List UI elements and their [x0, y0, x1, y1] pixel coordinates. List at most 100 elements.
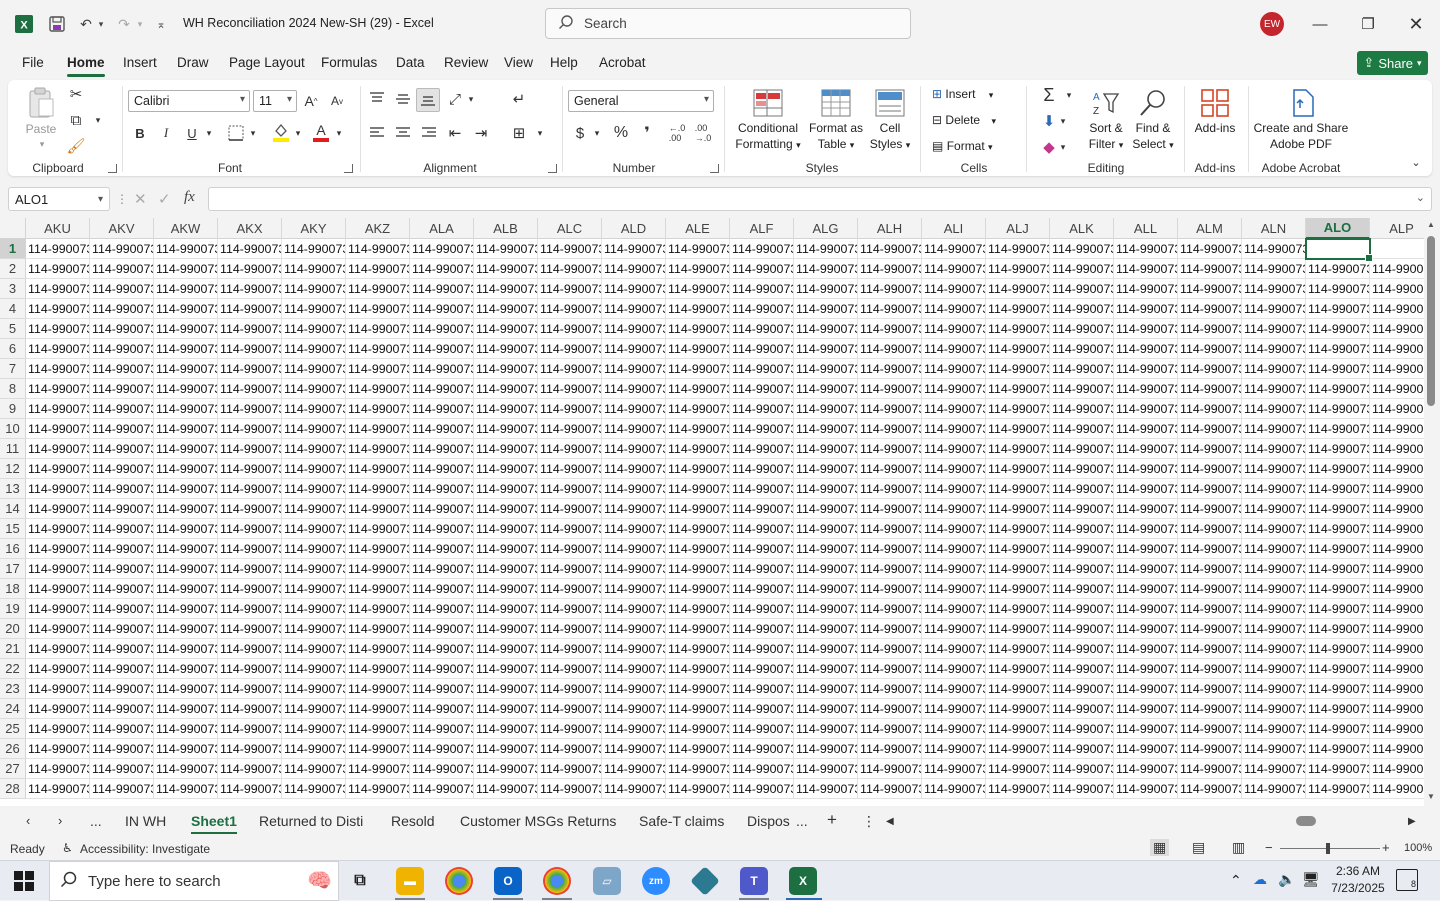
grid-cell[interactable]: 114-9900731-9558661: [666, 699, 730, 719]
grid-cell[interactable]: 114-9900731-9558661: [730, 619, 794, 639]
grid-cell[interactable]: 114-9900731-9558661: [794, 419, 858, 439]
grid-cell[interactable]: 114-9900731-9558661: [154, 259, 218, 279]
grid-cell[interactable]: 114-9900731-9558661: [282, 459, 346, 479]
grid-cell[interactable]: 114-9900731-9558661: [730, 259, 794, 279]
sort-filter-label-1[interactable]: Sort &: [1086, 120, 1126, 136]
grid-cell[interactable]: 114-9900731-9558661: [1050, 579, 1114, 599]
grid-cell[interactable]: 114-9900731-9558661: [154, 759, 218, 779]
teams-icon[interactable]: T: [740, 867, 768, 895]
conditional-formatting-label-1[interactable]: Conditional: [728, 120, 808, 136]
grid-cell[interactable]: 114-9900731-9558661: [1050, 499, 1114, 519]
grid-cell[interactable]: 114-9900731-9558661: [346, 419, 410, 439]
grid-cell[interactable]: 114-9900731-9558661: [410, 619, 474, 639]
grid-cell[interactable]: 114-9900731-9558661: [730, 779, 794, 799]
grid-cell[interactable]: 114-9900731-9558661: [858, 619, 922, 639]
grid-cell[interactable]: 114-9900731-9558661: [1306, 739, 1370, 759]
grid-cell[interactable]: 114-9900731-9558661: [858, 439, 922, 459]
paste-label[interactable]: Paste: [25, 121, 57, 137]
grid-cell[interactable]: 114-9900731-9558661: [602, 679, 666, 699]
grid-cell[interactable]: 114-9900731-9558661: [218, 239, 282, 259]
sheet-tab-returned-to-disti[interactable]: Returned to Disti: [259, 813, 363, 829]
grid-cell[interactable]: 114-9900731-9558661: [474, 439, 538, 459]
grid-cell[interactable]: 114-9900731-9558661: [730, 759, 794, 779]
grid-cell[interactable]: 114-9900731-9558661: [346, 499, 410, 519]
grid-cell[interactable]: 114-9900731-9558661: [794, 479, 858, 499]
grid-cell[interactable]: 114-9900731-9558661: [26, 519, 90, 539]
grid-cell[interactable]: 114-9900731-9558661: [346, 359, 410, 379]
grid-cell[interactable]: 114-9900731-9558661: [602, 499, 666, 519]
grid-cell[interactable]: 114-9900731-9558661: [410, 779, 474, 799]
grid-cell[interactable]: 114-9900731-9558661: [1050, 359, 1114, 379]
grid-cell[interactable]: 114-9900731-9558661: [1178, 619, 1242, 639]
zoom-slider-thumb[interactable]: [1326, 843, 1330, 854]
grid-cell[interactable]: 114-9900731-9558661: [474, 419, 538, 439]
grid-cell[interactable]: 114-9900731-9558661: [1306, 339, 1370, 359]
active-cell[interactable]: [1305, 238, 1373, 262]
grid-cell[interactable]: 114-9900731-9558661: [1242, 319, 1306, 339]
grid-cell[interactable]: 114-9900731-9558661: [1242, 679, 1306, 699]
grid-cell[interactable]: 114-9900731-9558661: [730, 479, 794, 499]
grid-cell[interactable]: 114-9900731-9558661: [1114, 379, 1178, 399]
create-pdf-label-1[interactable]: Create and Share: [1250, 120, 1352, 136]
grid-cell[interactable]: 114-9900731-9558661: [666, 299, 730, 319]
grid-cell[interactable]: 114-9900731-9558661: [1114, 339, 1178, 359]
grid-cell[interactable]: 114-9900731-9558661: [1050, 559, 1114, 579]
fill-dropdown-icon[interactable]: ▾: [1058, 110, 1068, 132]
grid-cell[interactable]: 114-9900731-9558661: [1370, 539, 1424, 559]
row-header[interactable]: 26: [0, 739, 26, 759]
grid-cell[interactable]: 114-9900731-9558661: [474, 779, 538, 799]
enter-icon[interactable]: ✓: [158, 190, 171, 208]
grid-cell[interactable]: 114-9900731-9558661: [858, 499, 922, 519]
grid-cell[interactable]: 114-9900731-9558661: [922, 259, 986, 279]
grid-cell[interactable]: 114-9900731-9558661: [538, 519, 602, 539]
taskbar-time[interactable]: 2:36 AM: [1332, 864, 1384, 878]
grid-cell[interactable]: 114-9900731-9558661: [90, 499, 154, 519]
grid-cell[interactable]: 114-9900731-9558661: [602, 579, 666, 599]
column-header[interactable]: AKV: [90, 218, 154, 239]
grid-cell[interactable]: 114-9900731-9558661: [794, 239, 858, 259]
grid-cell[interactable]: 114-9900731-9558661: [26, 559, 90, 579]
grid-cell[interactable]: 114-9900731-9558661: [1370, 419, 1424, 439]
grid-cell[interactable]: 114-9900731-9558661: [666, 639, 730, 659]
grid-cell[interactable]: 114-9900731-9558661: [346, 459, 410, 479]
restore-icon[interactable]: ❐: [1356, 12, 1380, 36]
align-left-icon[interactable]: [366, 122, 388, 144]
column-header[interactable]: ALA: [410, 218, 474, 239]
grid-cell[interactable]: 114-9900731-9558661: [858, 579, 922, 599]
grid-cell[interactable]: 114-9900731-9558661: [1306, 559, 1370, 579]
grid-cell[interactable]: 114-9900731-9558661: [922, 459, 986, 479]
grid-cell[interactable]: 114-9900731-9558661: [602, 719, 666, 739]
grid-cell[interactable]: 114-9900731-9558661: [794, 459, 858, 479]
grid-cell[interactable]: 114-9900731-9558661: [410, 459, 474, 479]
grid-cell[interactable]: 114-9900731-9558661: [1306, 699, 1370, 719]
grid-cell[interactable]: 114-9900731-9558661: [1370, 659, 1424, 679]
grid-cell[interactable]: 114-9900731-9558661: [922, 559, 986, 579]
collapse-ribbon-icon[interactable]: ⌄: [1408, 154, 1424, 170]
grid-cell[interactable]: 114-9900731-9558661: [282, 539, 346, 559]
middle-align-icon[interactable]: [392, 88, 414, 110]
grid-cell[interactable]: 114-9900731-9558661: [154, 559, 218, 579]
grid-cell[interactable]: 114-9900731-9558661: [666, 779, 730, 799]
grid-cell[interactable]: 114-9900731-9558661: [1370, 319, 1424, 339]
grid-cell[interactable]: 114-9900731-9558661: [538, 579, 602, 599]
grid-cell[interactable]: 114-9900731-9558661: [1114, 739, 1178, 759]
grid-cell[interactable]: 114-9900731-9558661: [1242, 299, 1306, 319]
row-header[interactable]: 15: [0, 519, 26, 539]
grid-cell[interactable]: 114-9900731-9558661: [1114, 479, 1178, 499]
scroll-up-icon[interactable]: ▲: [1427, 220, 1435, 229]
grid-cell[interactable]: 114-9900731-9558661: [986, 499, 1050, 519]
grid-cell[interactable]: 114-9900731-9558661: [346, 519, 410, 539]
grid-cell[interactable]: 114-9900731-9558661: [218, 339, 282, 359]
grid-cell[interactable]: 114-9900731-9558661: [922, 419, 986, 439]
grid-cell[interactable]: 114-9900731-9558661: [730, 399, 794, 419]
grid-cell[interactable]: 114-9900731-9558661: [602, 399, 666, 419]
grid-cell[interactable]: 114-9900731-9558661: [858, 419, 922, 439]
grid-cell[interactable]: 114-9900731-9558661: [666, 679, 730, 699]
grid-cell[interactable]: 114-9900731-9558661: [346, 539, 410, 559]
grid-cell[interactable]: 114-9900731-9558661: [602, 659, 666, 679]
grid-cell[interactable]: 114-9900731-9558661: [1370, 399, 1424, 419]
grid-cell[interactable]: 114-9900731-9558661: [858, 239, 922, 259]
grid-cell[interactable]: 114-9900731-9558661: [538, 399, 602, 419]
number-launcher-icon[interactable]: [710, 164, 719, 173]
row-header[interactable]: 24: [0, 699, 26, 719]
